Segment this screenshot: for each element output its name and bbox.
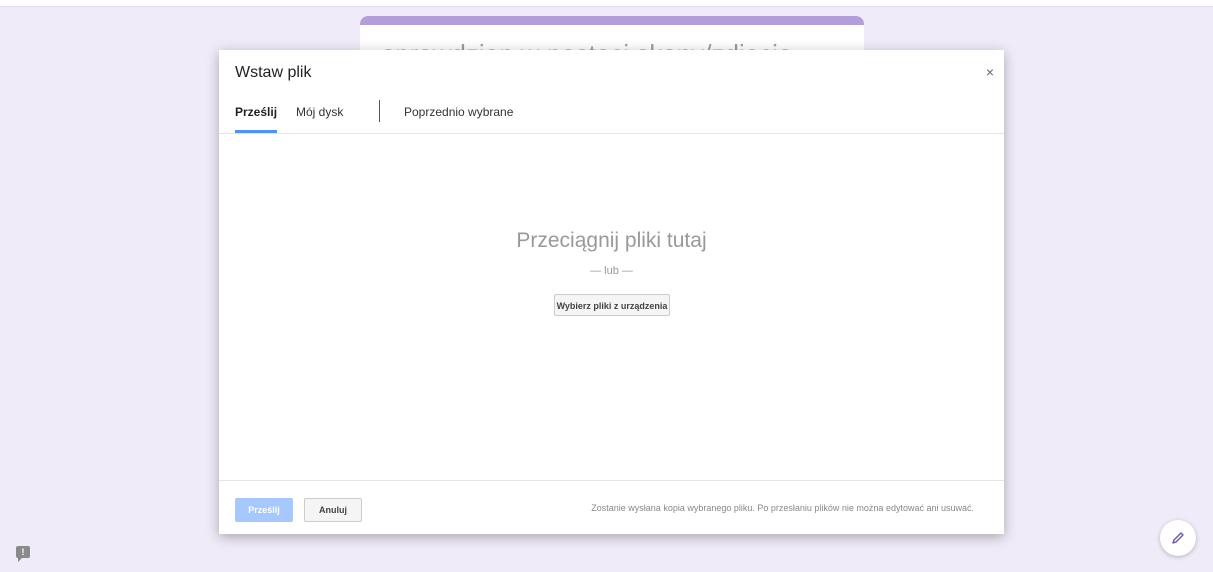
- close-icon[interactable]: ×: [986, 64, 994, 80]
- tab-my-drive[interactable]: Mój dysk: [296, 95, 343, 133]
- tab-divider: [379, 100, 380, 122]
- tab-recent-label: Poprzednio wybrane: [404, 105, 514, 119]
- feedback-icon[interactable]: !: [16, 546, 30, 562]
- choose-files-button[interactable]: Wybierz pliki z urządzenia: [554, 294, 670, 316]
- active-tab-indicator: [235, 130, 278, 133]
- drop-or-text: — lub —: [590, 265, 633, 277]
- dialog-title: Wstaw plik: [235, 64, 312, 81]
- upload-button[interactable]: Prześlij: [235, 498, 293, 522]
- drop-title: Przeciągnij pliki tutaj: [516, 229, 707, 252]
- insert-file-dialog: Wstaw plik × Prześlij Mój dysk Poprzedni…: [219, 50, 1004, 534]
- tab-bar: Prześlij Mój dysk Poprzednio wybrane: [219, 95, 1004, 134]
- tab-my-drive-label: Mój dysk: [296, 105, 344, 119]
- dialog-footer: Prześlij Anuluj Zostanie wysłana kopia w…: [219, 480, 1004, 535]
- tab-upload-label: Prześlij: [235, 105, 278, 119]
- drop-zone[interactable]: Przeciągnij pliki tutaj — lub — Wybierz …: [219, 134, 1004, 480]
- tab-recent[interactable]: Poprzednio wybrane: [404, 95, 513, 133]
- top-bar: [0, 0, 1213, 7]
- form-accent-strip: [360, 16, 864, 25]
- edit-button[interactable]: [1160, 520, 1196, 556]
- cancel-button[interactable]: Anuluj: [304, 498, 362, 522]
- pencil-icon: [1172, 532, 1184, 544]
- upload-note: Zostanie wysłana kopia wybranego pliku. …: [591, 503, 974, 513]
- tab-upload[interactable]: Prześlij: [235, 95, 278, 133]
